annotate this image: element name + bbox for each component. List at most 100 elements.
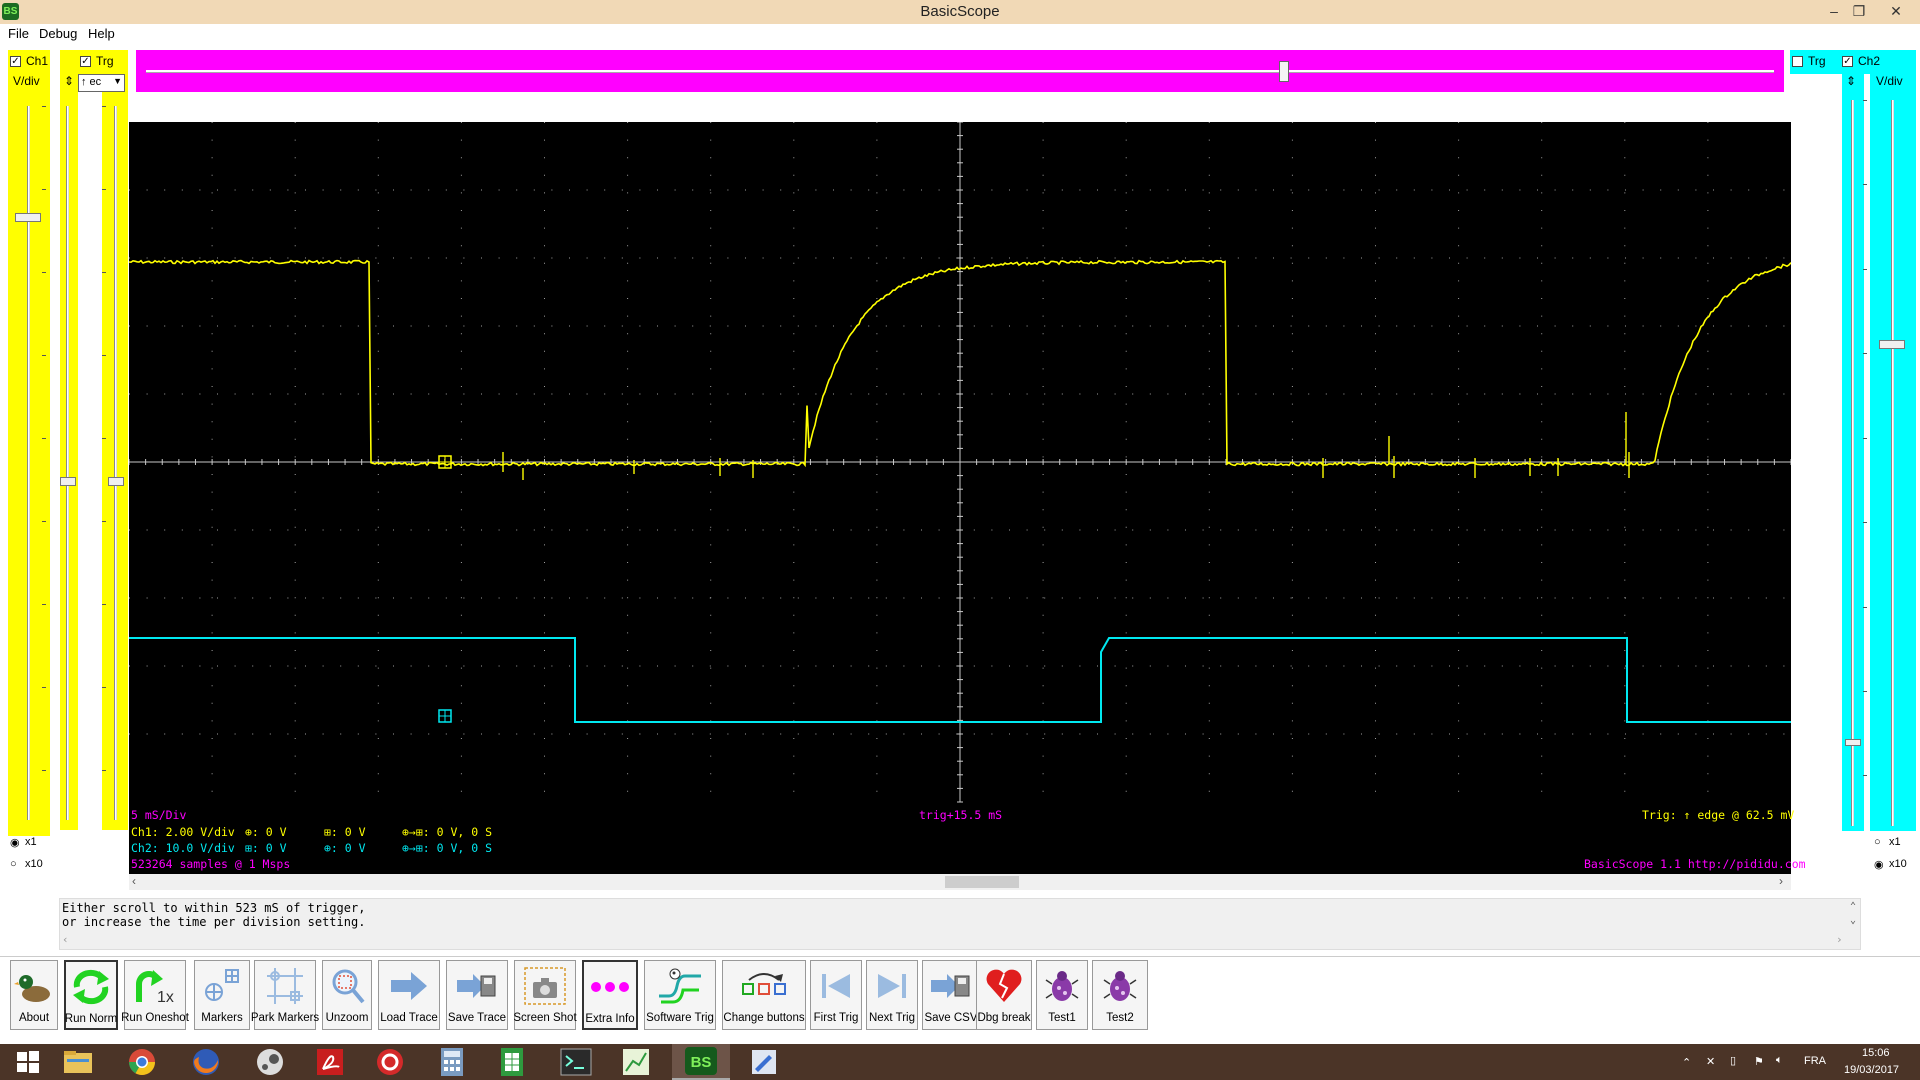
test2-button[interactable]: Test2 [1092, 960, 1148, 1030]
steam-icon[interactable] [242, 1044, 298, 1080]
ch2-offset-slider-thumb[interactable] [1845, 738, 1861, 746]
run-norm-button[interactable]: Run Norm [64, 960, 118, 1030]
ch1-trig-slider-thumb[interactable] [108, 477, 124, 487]
trigger-info-text: Trig: ↑ edge @ 62.5 mV [1642, 808, 1795, 822]
slider-tick [102, 687, 106, 689]
first-trig-label: First Trig [813, 1012, 859, 1024]
markers-button[interactable]: Markers [194, 960, 250, 1030]
close-button[interactable]: ✕ [1882, 0, 1910, 22]
test1-label: Test1 [1048, 1012, 1076, 1024]
ch1-trig-slider-track[interactable] [114, 106, 117, 820]
version-text: BasicScope 1.1 http://pididu.com [1584, 857, 1806, 871]
message-scroll-up-icon[interactable]: ⌃ [1850, 901, 1856, 912]
slider-tick [1863, 184, 1867, 186]
ch1-vdiv-slider-thumb[interactable] [15, 213, 41, 223]
ch1-x1-radio[interactable]: ◉ [10, 836, 20, 849]
ch2-trig-checkbox[interactable] [1792, 56, 1803, 67]
tray-network-icon[interactable]: ✕ [1706, 1055, 1715, 1068]
ch2-x10-radio[interactable]: ◉ [1874, 858, 1884, 871]
menu-debug[interactable]: Debug [39, 26, 77, 41]
restore-button[interactable]: ❐ [1845, 0, 1873, 22]
time-slider-track[interactable] [146, 70, 1774, 73]
ch2-offset-slider-track[interactable] [1851, 100, 1854, 826]
ch1-x10-radio[interactable]: ○ [10, 858, 17, 870]
ch1-offset-updown-icon[interactable]: ⇕ [64, 74, 74, 88]
ch2-enable-checkbox[interactable]: ✓ [1842, 56, 1853, 67]
ch2-x10-label: x10 [1889, 858, 1907, 870]
change-buttons-button[interactable]: Change buttons [722, 960, 806, 1030]
scope-horizontal-scrollbar[interactable]: ‹ › [129, 874, 1791, 890]
message-scroll-right-icon[interactable]: › [1836, 933, 1843, 946]
ch1-offset-strip [60, 50, 78, 830]
ch2-vdiv-slider-thumb[interactable] [1879, 339, 1905, 349]
about-button[interactable]: About [10, 960, 58, 1030]
extra-info-button[interactable]: Extra Info [582, 960, 638, 1030]
slider-tick [42, 770, 46, 772]
message-box[interactable]: Either scroll to within 523 mS of trigge… [59, 898, 1861, 950]
minimize-button[interactable]: – [1820, 0, 1848, 22]
test1-button[interactable]: Test1 [1036, 960, 1088, 1030]
ch1-enable-checkbox[interactable]: ✓ [10, 56, 21, 67]
calculator-icon[interactable] [424, 1044, 480, 1080]
ch1-offset-slider-thumb[interactable] [60, 477, 76, 487]
message-scroll-down-icon[interactable]: ⌄ [1850, 915, 1856, 926]
tray-arrow-icon[interactable]: ⌃ [1682, 1056, 1691, 1069]
next-trig-button[interactable]: Next Trig [866, 960, 918, 1030]
ch1-x10-label: x10 [25, 858, 43, 870]
slider-tick [42, 438, 46, 440]
ch1-trig-checkbox[interactable]: ✓ [80, 56, 91, 67]
ch2-delta-text: ⊕→⊞: 0 V, 0 S [402, 841, 493, 855]
windows-taskbar: BS ⌃ ✕ ▯ ⚑ 🔈︎ FRA 15:06 19/03/2017 [0, 1044, 1920, 1080]
software-trig-button[interactable]: Software Trig [644, 960, 716, 1030]
file-explorer-icon[interactable] [50, 1044, 106, 1080]
test2-label: Test2 [1106, 1012, 1134, 1024]
ch1-offset-slider-track[interactable] [66, 106, 69, 820]
title-bar: BS BasicScope – ❐ ✕ [0, 0, 1920, 24]
load-trace-button[interactable]: Load Trace [378, 960, 440, 1030]
dbg-break-button[interactable]: Dbg break [976, 960, 1032, 1030]
ch2-vdiv-slider-track[interactable] [1891, 100, 1894, 826]
message-scroll-left-icon[interactable]: ‹ [62, 933, 69, 946]
slider-tick [102, 604, 106, 606]
menu-file[interactable]: File [8, 26, 29, 41]
tray-flag-icon[interactable]: ⚑ [1754, 1055, 1764, 1068]
scroll-left-arrow-icon[interactable]: ‹ [132, 874, 136, 888]
tray-battery-icon[interactable]: ▯ [1730, 1054, 1736, 1067]
windows-start-icon[interactable] [0, 1044, 56, 1080]
ch2-vdiv-text: Ch2: 10.0 V/div [131, 841, 235, 855]
tray-volume-icon[interactable]: 🔈︎ [1776, 1054, 1783, 1067]
chart-app-icon[interactable] [608, 1044, 664, 1080]
spreadsheet-icon[interactable] [484, 1044, 540, 1080]
slider-tick [42, 189, 46, 191]
time-slider-thumb[interactable] [1278, 61, 1289, 82]
slider-tick [1863, 690, 1867, 692]
save-csv-button[interactable]: Save CSV [922, 960, 980, 1030]
save-csv-label: Save CSV [924, 1012, 978, 1024]
language-indicator[interactable]: FRA [1804, 1055, 1826, 1067]
firefox-icon[interactable] [178, 1044, 234, 1080]
samples-text: 523264 samples @ 1 Msps [131, 857, 291, 871]
terminal-icon[interactable] [548, 1044, 604, 1080]
scroll-thumb[interactable] [945, 876, 1019, 888]
media-icon[interactable] [362, 1044, 418, 1080]
scroll-right-arrow-icon[interactable]: › [1779, 874, 1783, 888]
unzoom-button[interactable]: Unzoom [322, 960, 372, 1030]
basicscope-icon[interactable]: BS [672, 1044, 730, 1080]
first-trig-button[interactable]: First Trig [810, 960, 862, 1030]
run-oneshot-button[interactable]: 1x Run Oneshot [121, 960, 189, 1030]
chrome-icon[interactable] [114, 1044, 170, 1080]
ch1-trig-mode-select[interactable]: ↑ ec ▼ [78, 74, 125, 92]
ch2-x1-radio[interactable]: ○ [1874, 836, 1881, 848]
clock-date[interactable]: 19/03/2017 [1844, 1064, 1899, 1076]
ch2-offset-updown-icon[interactable]: ⇕ [1846, 74, 1856, 88]
save-trace-button[interactable]: Save Trace [446, 960, 508, 1030]
scope-display[interactable]: 5 mS/Div trig+15.5 mS Trig: ↑ edge @ 62.… [129, 122, 1806, 874]
paint-icon[interactable] [736, 1044, 792, 1080]
repeat-arrows-icon [73, 969, 109, 1005]
screen-shot-button[interactable]: Screen Shot [513, 960, 577, 1030]
menu-help[interactable]: Help [88, 26, 115, 41]
acrobat-icon[interactable] [302, 1044, 358, 1080]
park-markers-button[interactable]: Park Markers [251, 960, 319, 1030]
dbg-break-label: Dbg break [977, 1012, 1031, 1024]
clock-time[interactable]: 15:06 [1862, 1047, 1890, 1059]
